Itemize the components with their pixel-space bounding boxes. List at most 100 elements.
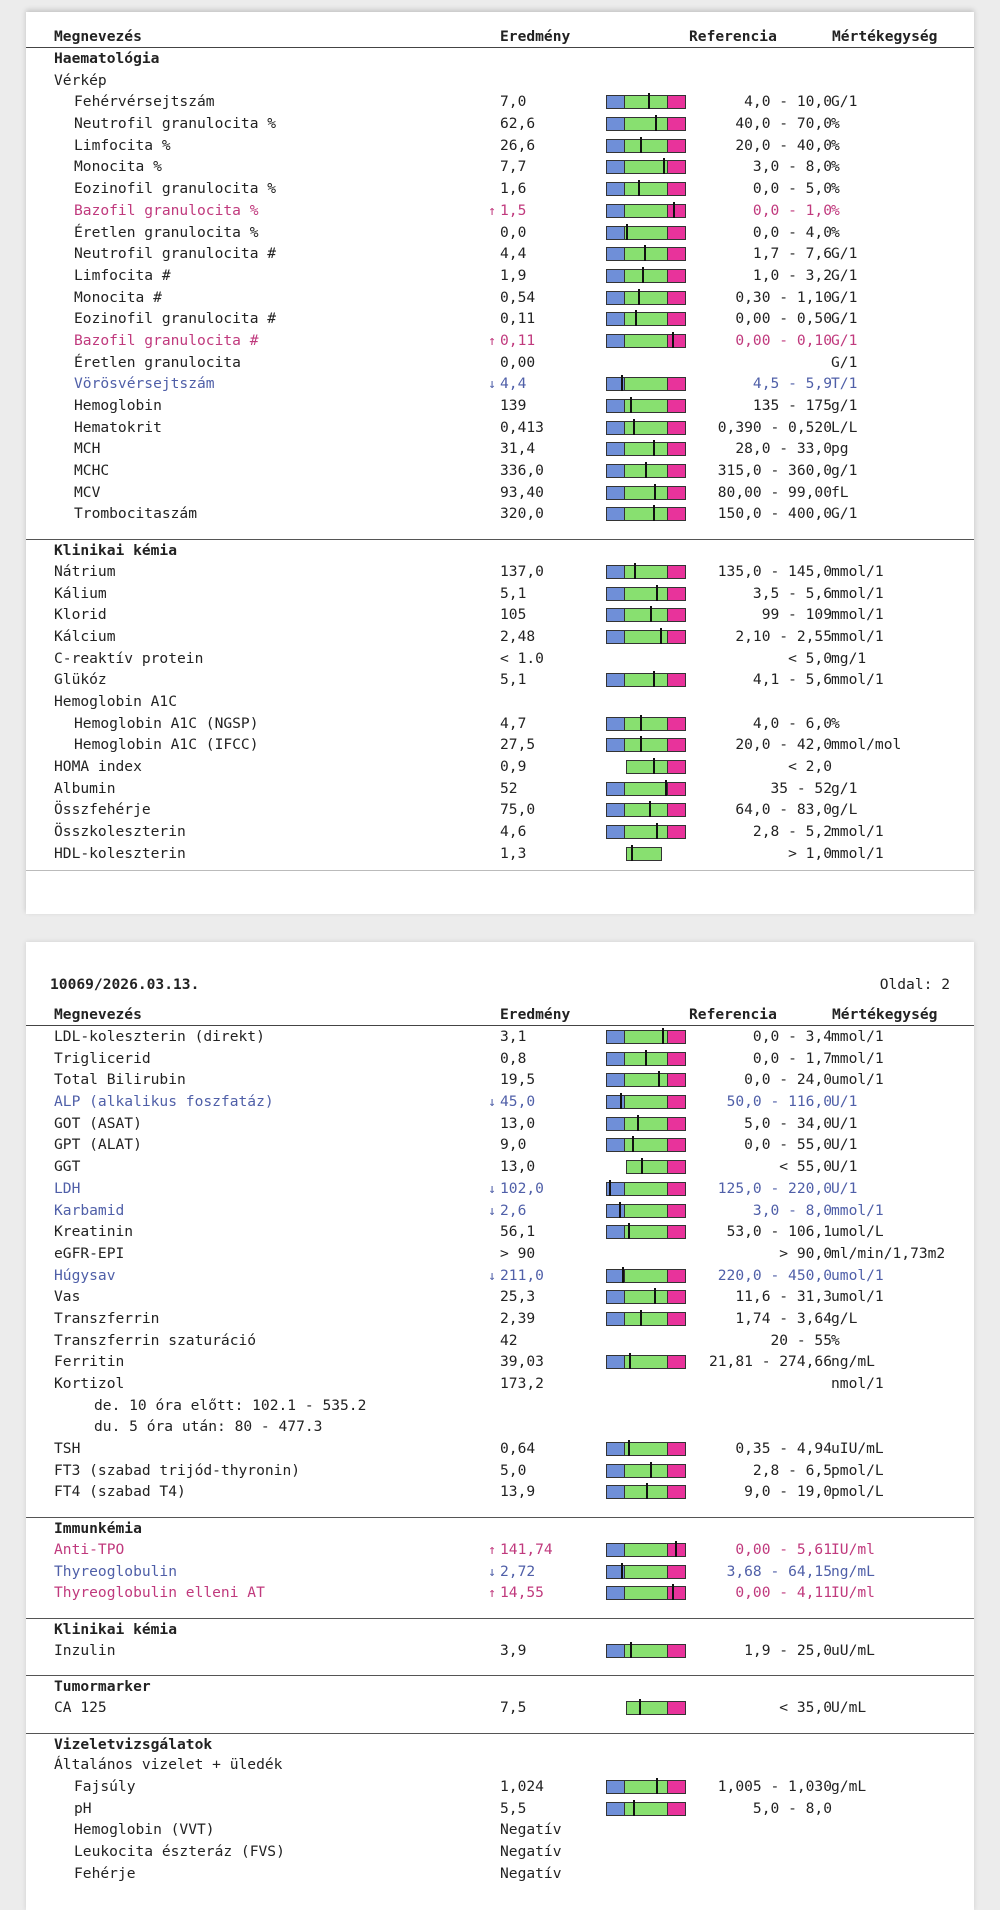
result-cell: 26,6 bbox=[500, 135, 535, 157]
reference-range: 4,5 - 5,9 bbox=[752, 375, 832, 393]
reference-range: 2,10 - 2,55 bbox=[735, 627, 832, 645]
section-heading: Tumormarker bbox=[26, 1675, 974, 1697]
value-marker bbox=[639, 1309, 642, 1326]
result-row: Összfehérje 75,0 64,0 - 83,0 g/L bbox=[26, 799, 974, 821]
range-low-zone bbox=[607, 183, 625, 196]
result-cell: 0,64 bbox=[500, 1438, 535, 1460]
range-low-zone bbox=[607, 1644, 625, 1657]
result-cell: 5,1 bbox=[500, 669, 526, 691]
test-name: Bazofil granulocita % bbox=[74, 201, 259, 219]
range-low-zone bbox=[607, 1443, 625, 1456]
value-marker bbox=[639, 1698, 642, 1715]
range-normal-zone bbox=[625, 161, 667, 174]
result-row: Húgysav ↓ 211,0 220,0 - 450,0 umol/1 bbox=[26, 1265, 974, 1287]
results-table-page-2: Megnevezés Eredmény Referencia Mértékegy… bbox=[26, 1004, 974, 1884]
arrow-down-icon: ↓ bbox=[488, 1095, 496, 1111]
result-cell: < 1.0 bbox=[500, 648, 544, 670]
result-cell: ↓ 45,0 bbox=[488, 1091, 535, 1114]
value-marker bbox=[645, 1483, 648, 1500]
reference-range: 0,35 - 4,94 bbox=[735, 1440, 832, 1458]
page-header: 10069/2026.03.13. Oldal: 2 bbox=[50, 976, 950, 998]
result-row: Hemoglobin 139 135 - 175 g/1 bbox=[26, 395, 974, 417]
unit: mmol/1 bbox=[831, 562, 884, 580]
arrow-up-icon: ↑ bbox=[488, 1542, 496, 1558]
result-row: LDH ↓ 102,0 125,0 - 220,0 U/1 bbox=[26, 1178, 974, 1200]
result-cell: 13,0 bbox=[500, 1156, 535, 1178]
reference-range: 3,0 - 8,0 bbox=[752, 1201, 832, 1219]
result-value: 102,0 bbox=[500, 1179, 544, 1197]
reference-range: 9,0 - 19,0 bbox=[744, 1483, 832, 1501]
result-cell: 320,0 bbox=[500, 503, 544, 525]
result-cell: 4,6 bbox=[500, 821, 526, 843]
range-normal-zone bbox=[625, 1443, 667, 1456]
result-row: Éretlen granulocita % 0,0 0,0 - 4,0% bbox=[26, 222, 974, 244]
result-cell: 7,5 bbox=[500, 1697, 526, 1719]
result-value: 1,5 bbox=[500, 201, 527, 219]
range-normal-zone bbox=[625, 269, 667, 282]
section-heading: Haematológia bbox=[26, 48, 974, 70]
value-marker bbox=[640, 714, 642, 731]
test-name: Glükóz bbox=[54, 671, 107, 689]
col-header-reference: Referencia bbox=[689, 1006, 777, 1023]
range-normal-zone bbox=[625, 565, 667, 578]
result-value: 1,3 bbox=[500, 844, 527, 862]
value-marker bbox=[630, 397, 632, 413]
reference-range: 20,0 - 42,0 bbox=[735, 736, 832, 754]
result-row: CA 125 7,5 < 35,0 U/mL bbox=[26, 1697, 974, 1719]
test-name: Bazofil granulocita # bbox=[74, 331, 259, 349]
range-low-zone bbox=[607, 1096, 625, 1109]
result-cell: ↑ 1,5 bbox=[488, 200, 527, 223]
result-row: MCHC 336,0 315,0 - 360,0 g/1 bbox=[26, 460, 974, 482]
range-low-zone bbox=[607, 486, 625, 499]
reference-range: 0,00 - 0,50 bbox=[735, 310, 832, 328]
result-value: 105 bbox=[500, 606, 527, 624]
unit: IU/ml bbox=[831, 1540, 875, 1558]
reference-range: 0,0 - 1,0 bbox=[752, 201, 832, 219]
result-cell: 137,0 bbox=[500, 561, 544, 583]
result-cell: ↓ 2,72 bbox=[488, 1561, 535, 1584]
result-cell: 0,8 bbox=[500, 1048, 526, 1070]
result-cell: ↑ 14,55 bbox=[488, 1582, 544, 1605]
unit: ng/mL bbox=[831, 1353, 875, 1371]
unit: U/1 bbox=[831, 1136, 858, 1154]
result-cell: 0,413 bbox=[500, 417, 544, 439]
range-normal-zone bbox=[625, 804, 667, 817]
test-name: Inzulin bbox=[54, 1641, 116, 1659]
range-normal-zone bbox=[625, 782, 667, 795]
range-normal-zone bbox=[627, 761, 667, 773]
reference-range: 135,0 - 145,0 bbox=[717, 562, 832, 580]
result-row: Anti-TPO ↑ 141,74 0,00 - 5,61 IU/ml bbox=[26, 1539, 974, 1561]
result-row: Hemoglobin A1C (NGSP) 4,7 4,0 - 6,0% bbox=[26, 713, 974, 735]
result-value: 5,1 bbox=[500, 584, 527, 602]
range-low-zone bbox=[607, 1356, 625, 1369]
test-name: Fehérje bbox=[74, 1864, 136, 1882]
range-normal-zone bbox=[625, 1182, 667, 1195]
range-normal-zone bbox=[625, 443, 667, 456]
unit: L/L bbox=[831, 418, 858, 436]
col-header-reference: Referencia bbox=[689, 28, 777, 45]
test-name: Neutrofil granulocita # bbox=[74, 245, 277, 263]
result-row: Éretlen granulocita 0,00 G/1 bbox=[26, 352, 974, 374]
result-cell: ↑ 0,11 bbox=[488, 330, 535, 353]
test-name: Nátrium bbox=[54, 562, 116, 580]
unit: mmol/1 bbox=[831, 844, 884, 862]
result-value: 62,6 bbox=[500, 115, 536, 133]
result-cell: 0,0 bbox=[500, 222, 526, 244]
col-header-name: Megnevezés bbox=[54, 1006, 142, 1023]
result-row: Thyreoglobulin ↓ 2,72 3,68 - 64,15 ng/mL bbox=[26, 1561, 974, 1583]
reference-note: du. 5 óra után: 80 - 477.3 bbox=[26, 1416, 974, 1438]
result-row: Vörösvérsejtszám ↓ 4,4 4,5 - 5,9 T/1 bbox=[26, 373, 974, 395]
section-heading: Klinikai kémia bbox=[26, 539, 974, 561]
result-cell: 39,03 bbox=[500, 1351, 544, 1373]
test-name: LDL-koleszterin (direkt) bbox=[54, 1028, 265, 1045]
result-value: 9,0 bbox=[500, 1136, 527, 1154]
test-name: Hematokrit bbox=[74, 418, 162, 436]
range-low-zone bbox=[607, 1486, 625, 1499]
value-marker bbox=[653, 505, 656, 522]
unit: nmol/1 bbox=[831, 1375, 884, 1392]
result-cell: 1,024 bbox=[500, 1776, 544, 1798]
range-low-zone bbox=[607, 804, 625, 817]
range-normal-zone bbox=[625, 1543, 667, 1556]
reference-range: 0,0 - 1,7 bbox=[752, 1049, 832, 1067]
test-name: Eozinofil granulocita # bbox=[74, 310, 277, 328]
